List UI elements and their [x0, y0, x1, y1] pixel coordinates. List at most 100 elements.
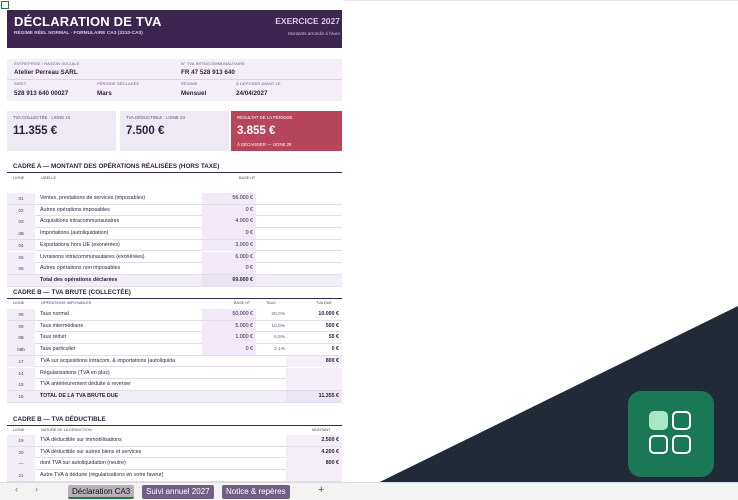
table-row: 08b Taux particulier 0 €2,1% 0 € [7, 344, 342, 356]
amount-cell[interactable] [286, 470, 342, 482]
vat-due-cell[interactable]: 800 € [286, 355, 342, 367]
company-value[interactable]: Atelier Perreau SARL [14, 69, 78, 76]
line-label[interactable]: TVA antérieurement déduite à reverser [40, 379, 260, 390]
line-label[interactable]: dont TVA sur autoliquidation (neutre) [40, 458, 280, 469]
base-ht-cell[interactable]: 0 € [202, 344, 256, 356]
line-code[interactable] [7, 274, 35, 287]
line-label[interactable]: Autres opérations imposables [40, 205, 205, 216]
line-label[interactable]: Livraisons intracommunautaires (exonérée… [40, 252, 205, 263]
line-code[interactable]: 14 [7, 367, 35, 379]
line-code[interactable]: 06 [7, 251, 35, 263]
base-ht-cell[interactable]: 1.000 € [202, 332, 256, 344]
line-code[interactable]: 08 [7, 309, 35, 321]
line-code[interactable]: 16 [7, 390, 35, 403]
cadre-b1-header-base: BASE HT [234, 301, 251, 305]
amount-cell[interactable]: 800 € [286, 458, 342, 470]
cadre-a-header-code: LIGNE [13, 176, 25, 180]
base-ht-cell[interactable]: 0 € [202, 263, 256, 275]
line-label[interactable]: Importations (autoliquidation) [40, 228, 205, 239]
rounding-note: Montants arrondis à l'euro [288, 31, 340, 36]
line-code[interactable]: 20 [7, 446, 35, 458]
total-label[interactable]: Total des opérations déclarées [40, 275, 205, 286]
vat-due-cell[interactable] [286, 379, 342, 391]
base-ht-cell[interactable]: 6.000 € [202, 251, 256, 263]
tab-next-button[interactable]: › [35, 484, 38, 494]
line-label[interactable]: Taux intermédiaire [40, 321, 195, 332]
total-vat-due[interactable]: 11.355 € [286, 390, 342, 403]
base-ht-cell[interactable]: 5.000 € [202, 320, 256, 332]
rate-cell[interactable]: 10,0% [256, 321, 288, 332]
line-code[interactable]: 09 [7, 320, 35, 332]
table-row: 09 Taux intermédiaire 5.000 €10,0% 500 € [7, 320, 342, 333]
vat-due-cell[interactable]: 0 € [286, 344, 342, 355]
rate-cell[interactable]: 5,5% [256, 332, 288, 343]
vat-due-cell[interactable]: 500 € [286, 321, 342, 332]
vat-due-cell[interactable]: 55 € [286, 332, 342, 343]
vat-number-value[interactable]: FR 47 528 913 640 [181, 69, 235, 76]
tab-notice[interactable]: Notice & repères [222, 485, 290, 499]
line-code[interactable]: 9B [7, 332, 35, 344]
base-ht-cell[interactable]: 4.000 € [202, 216, 256, 228]
line-label[interactable]: Autre TVA à déduire (régularisations en … [40, 470, 280, 481]
page-title: DÉCLARATION DE TVA [14, 14, 162, 29]
line-label[interactable]: Taux normal [40, 309, 195, 320]
card-result-label: RÉSULTAT DE LA PÉRIODE [237, 115, 293, 120]
line-code[interactable]: 05 [7, 263, 35, 275]
siret-value[interactable]: 528 913 640 00027 [14, 90, 68, 97]
select-all-corner[interactable] [1, 1, 9, 9]
line-code[interactable]: 02 [7, 204, 35, 216]
base-ht-cell[interactable]: 50.000 € [202, 309, 256, 321]
line-label[interactable]: Acquisitions intracommunautaires [40, 216, 205, 227]
line-label[interactable]: Régularisations (TVA en plus) [40, 368, 260, 379]
tab-declaration-ca3[interactable]: Déclaration CA3 [68, 485, 135, 499]
grid-square-filled [649, 411, 668, 430]
line-code[interactable]: 15 [7, 379, 35, 391]
title-band: DÉCLARATION DE TVA RÉGIME RÉEL NORMAL · … [7, 10, 342, 48]
regime-value[interactable]: Mensuel [181, 90, 206, 97]
tab-suivi-annuel[interactable]: Suivi annuel 2027 [142, 485, 214, 499]
amount-cell[interactable]: 2.500 € [286, 435, 342, 447]
line-code[interactable]: 08b [7, 344, 35, 356]
line-code[interactable]: 3B [7, 228, 35, 240]
add-sheet-button[interactable]: + [318, 484, 324, 496]
line-label[interactable]: TVA déductible sur autres biens et servi… [40, 447, 280, 458]
line-code[interactable]: 04 [7, 239, 35, 251]
cadre-a-title: CADRE A — MONTANT DES OPÉRATIONS RÉALISÉ… [13, 163, 220, 170]
total-base-ht[interactable]: 69.000 € [202, 274, 256, 287]
line-label[interactable]: Exportations hors UE (exonérées) [40, 240, 205, 251]
base-ht-cell[interactable]: 0 € [202, 204, 256, 216]
base-ht-cell[interactable]: 3.000 € [202, 239, 256, 251]
line-code[interactable]: 01 [7, 193, 35, 205]
line-label[interactable]: Taux réduit [40, 332, 195, 343]
rate-cell[interactable]: 20,0% [256, 309, 288, 320]
base-ht-cell[interactable]: 0 € [202, 228, 256, 240]
cadre-a-header-base: BASE HT [239, 176, 256, 180]
amount-cell[interactable]: 4.200 € [286, 446, 342, 458]
line-code[interactable]: 19 [7, 435, 35, 447]
deadline-value[interactable]: 24/04/2027 [236, 90, 268, 97]
line-code[interactable]: — [7, 458, 35, 470]
line-label[interactable]: Ventes, prestations de services (imposab… [40, 193, 205, 204]
line-code[interactable]: 21 [7, 470, 35, 482]
rate-cell[interactable]: 2,1% [256, 344, 288, 355]
period-value[interactable]: Mars [97, 90, 112, 97]
line-label[interactable]: TVA déductible sur immobilisations [40, 435, 280, 446]
line-label[interactable]: TVA sur acquisitions intracom. & importa… [40, 356, 260, 367]
cadre-a-header-label: LIBELLÉ [41, 176, 56, 180]
vat-due-cell[interactable] [286, 367, 342, 379]
total-label[interactable]: TOTAL DE LA TVA BRUTE DUE [40, 391, 240, 402]
table-row-total: Total des opérations déclarées 69.000 € [7, 274, 342, 287]
table-row: 20 TVA déductible sur autres biens et ser… [7, 446, 342, 459]
line-code[interactable]: 17 [7, 355, 35, 367]
base-ht-cell[interactable]: 56.000 € [202, 193, 256, 205]
grid-app-icon [628, 391, 714, 477]
table-row: — dont TVA sur autoliquidation (neutre) 80… [7, 458, 342, 471]
vat-number-label: N° TVA INTRACOMMUNAUTAIRE [181, 61, 245, 66]
table-row: 03 Acquisitions intracommunautaires 4.000 … [7, 216, 342, 229]
line-label[interactable]: Taux particulier [40, 344, 195, 355]
line-code[interactable]: 03 [7, 216, 35, 228]
regime-label: RÉGIME [181, 81, 198, 86]
tab-prev-button[interactable]: ‹ [15, 484, 18, 494]
line-label[interactable]: Autres opérations non imposables [40, 263, 205, 274]
vat-due-cell[interactable]: 10.000 € [286, 309, 342, 320]
